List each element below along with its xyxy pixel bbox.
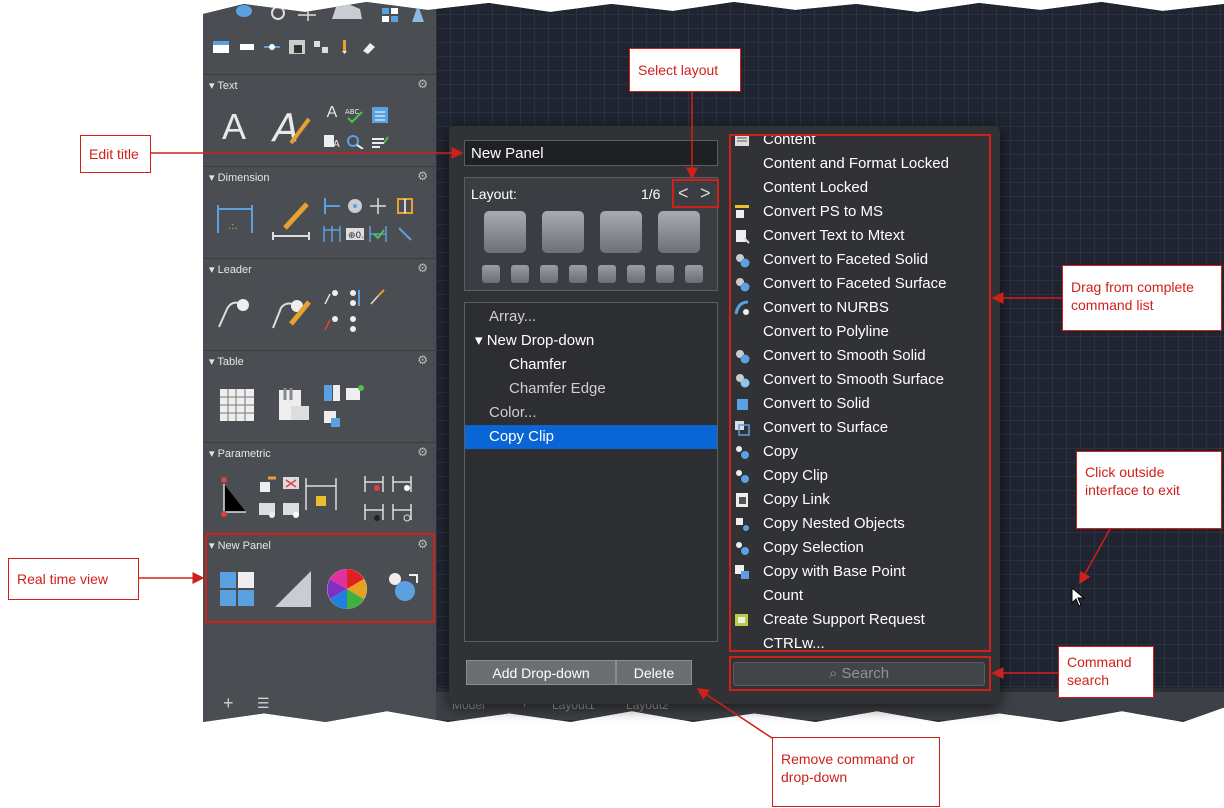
callout-edit-title: Edit title xyxy=(80,135,151,173)
callout-real-time-view: Real time view xyxy=(8,558,139,600)
callout-remove-command: Remove command or drop-down xyxy=(772,737,940,807)
callout-click-outside: Click outside interface to exit xyxy=(1076,451,1222,529)
annotation-arrows xyxy=(139,92,1111,739)
callout-drag-from-list: Drag from complete command list xyxy=(1062,265,1222,331)
callout-command-search: Command search xyxy=(1058,646,1154,698)
callout-select-layout: Select layout xyxy=(629,48,741,92)
